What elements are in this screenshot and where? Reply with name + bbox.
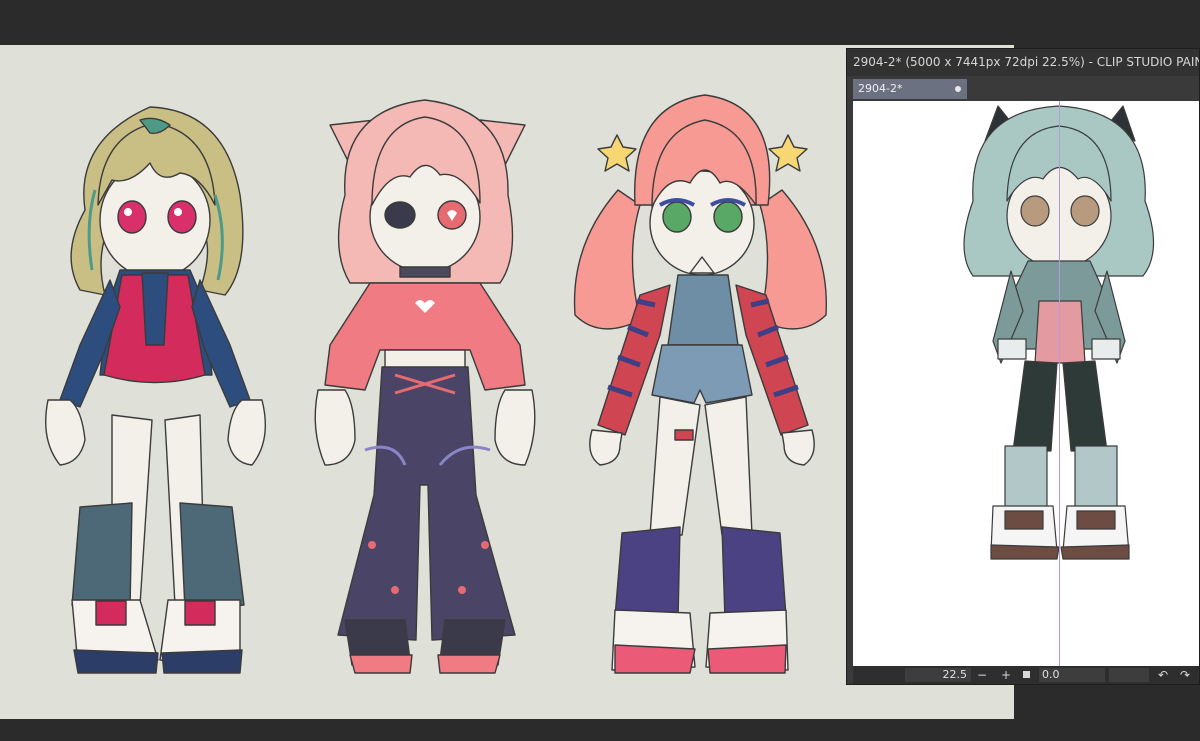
rotation-field[interactable]: 0.0 <box>1039 668 1105 682</box>
sub-canvas[interactable] <box>853 101 1199 666</box>
bottom-status-strip <box>0 719 1200 741</box>
top-toolbar <box>0 0 1200 45</box>
minus-icon[interactable]: − <box>975 667 989 683</box>
character-2 <box>314 99 536 674</box>
tab-close-dot-icon[interactable] <box>955 86 961 92</box>
sub-status-bar: 22.5 − + 0.0 ↶ ↷ <box>853 666 1199 684</box>
tab-document[interactable]: 2904-2* <box>853 79 967 99</box>
character-3 <box>573 94 828 674</box>
rotate-left-icon[interactable]: ↶ <box>1156 667 1170 683</box>
tab-label: 2904-2* <box>858 82 903 95</box>
extra-field[interactable] <box>1109 668 1149 682</box>
zoom-level-field[interactable]: 22.5 <box>905 668 971 682</box>
character-1 <box>45 106 267 674</box>
reference-sub-window[interactable]: 2904-2* (5000 x 7441px 72dpi 22.5%) - CL… <box>846 48 1200 685</box>
plus-icon[interactable]: + <box>999 667 1013 683</box>
vertical-ruler-guide[interactable] <box>1059 101 1060 666</box>
window-title: 2904-2* (5000 x 7441px 72dpi 22.5%) - CL… <box>847 49 1199 76</box>
character-4-artwork <box>963 105 1155 560</box>
rotate-right-icon[interactable]: ↷ <box>1178 667 1192 683</box>
square-icon[interactable] <box>1023 671 1030 678</box>
